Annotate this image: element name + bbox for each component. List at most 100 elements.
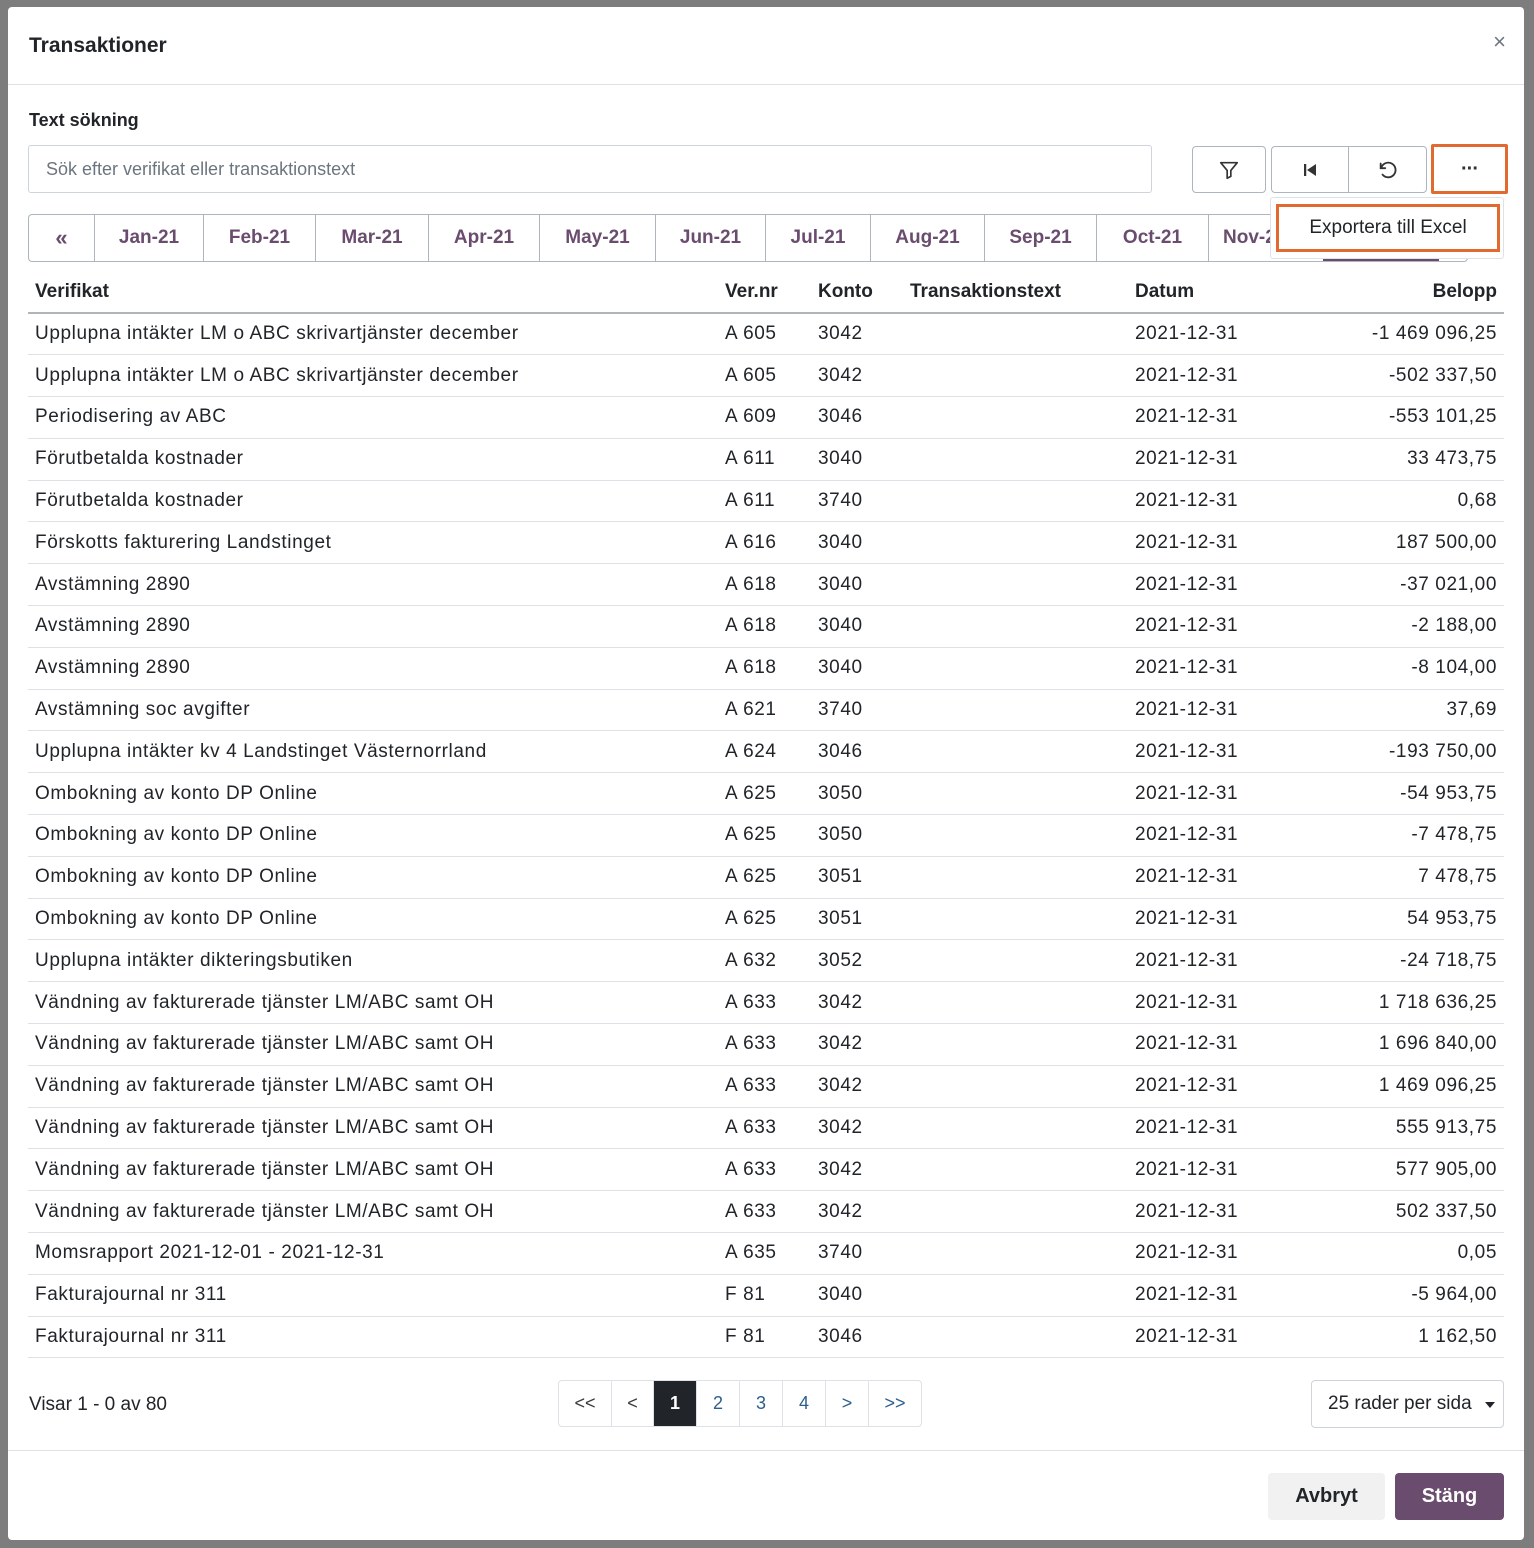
table-row[interactable]: Upplupna intäkter LM o ABC skrivartjänst… — [28, 354, 1504, 398]
cell-vernr: F 81 — [718, 1316, 811, 1359]
cell-verifikat: Vändning av fakturerade tjänster LM/ABC … — [28, 1065, 718, 1108]
table-row[interactable]: Ombokning av konto DP Online A 625 3050 202… — [28, 772, 1504, 816]
tab-month[interactable]: Jun-21 — [656, 215, 766, 261]
page-button[interactable]: 2 — [697, 1381, 740, 1426]
cell-konto: 3040 — [811, 563, 903, 607]
table-row[interactable]: Avstämning 2890 A 618 3040 2021-12-31 -2 188… — [28, 605, 1504, 648]
more-options-button[interactable]: ··· — [1431, 144, 1508, 194]
table-row[interactable]: Fakturajournal nr 311 F 81 3046 2021-12-31 1… — [28, 1316, 1504, 1359]
tab-month[interactable]: Oct-21 — [1097, 215, 1209, 261]
column-header-datum[interactable]: Datum — [1128, 272, 1288, 314]
cell-datum: 2021-12-31 — [1128, 981, 1288, 1025]
page-button[interactable]: 1 — [654, 1381, 697, 1426]
cell-transaktionstext — [903, 1148, 1128, 1192]
cell-vernr: A 635 — [718, 1232, 811, 1275]
table-row[interactable]: Vändning av fakturerade tjänster LM/ABC … — [28, 1065, 1504, 1108]
table-row[interactable]: Momsrapport 2021-12-01 - 2021-12-31 A 635… — [28, 1232, 1504, 1275]
tab-month[interactable]: Apr-21 — [429, 215, 540, 261]
table-row[interactable]: Vändning av fakturerade tjänster LM/ABC … — [28, 981, 1504, 1025]
close-icon[interactable]: × — [1493, 31, 1506, 53]
cell-belopp: -2 188,00 — [1288, 605, 1504, 648]
cell-vernr: A 621 — [718, 689, 811, 732]
cell-belopp: -37 021,00 — [1288, 563, 1504, 607]
cell-vernr: A 633 — [718, 1148, 811, 1192]
cell-belopp: 0,05 — [1288, 1232, 1504, 1275]
prev-page-button[interactable]: < — [612, 1381, 654, 1426]
cell-verifikat: Vändning av fakturerade tjänster LM/ABC … — [28, 1190, 718, 1234]
table-row[interactable]: Förutbetalda kostnader A 611 3740 2021-12-3… — [28, 480, 1504, 523]
table-body: Upplupna intäkter LM o ABC skrivartjänst… — [28, 313, 1504, 1359]
table-row[interactable]: Avstämning 2890 A 618 3040 2021-12-31 -8 104… — [28, 647, 1504, 690]
rows-per-page-select[interactable]: 25 rader per sida — [1311, 1380, 1504, 1428]
table-row[interactable]: Ombokning av konto DP Online A 625 3050 202… — [28, 814, 1504, 857]
table-row[interactable]: Vändning av fakturerade tjänster LM/ABC … — [28, 1148, 1504, 1192]
tab-month[interactable]: Jan-21 — [95, 215, 204, 261]
close-button[interactable]: Stäng — [1395, 1473, 1504, 1520]
table-row[interactable]: Avstämning soc avgifter A 621 3740 2021-12-… — [28, 689, 1504, 732]
cell-verifikat: Avstämning 2890 — [28, 605, 718, 648]
tab-month[interactable]: Mar-21 — [316, 215, 429, 261]
cell-datum: 2021-12-31 — [1128, 939, 1288, 983]
table-row[interactable]: Ombokning av konto DP Online A 625 3051 202… — [28, 898, 1504, 941]
tab-month[interactable]: Aug-21 — [871, 215, 985, 261]
table-row[interactable]: Vändning av fakturerade tjänster LM/ABC … — [28, 1107, 1504, 1150]
pagination: << < 1 2 3 4 > >> — [558, 1380, 922, 1427]
column-header-vernr[interactable]: Ver.nr — [718, 272, 811, 314]
cell-verifikat: Fakturajournal nr 311 — [28, 1274, 718, 1317]
tab-month[interactable]: Jul-21 — [766, 215, 871, 261]
filter-button[interactable] — [1192, 146, 1266, 193]
page-button[interactable]: 3 — [740, 1381, 783, 1426]
cell-belopp: 502 337,50 — [1288, 1190, 1504, 1234]
cell-konto: 3040 — [811, 438, 903, 481]
cell-belopp: 37,69 — [1288, 689, 1504, 732]
cell-belopp: 33 473,75 — [1288, 438, 1504, 481]
table-row[interactable]: Upplupna intäkter LM o ABC skrivartjänst… — [28, 313, 1504, 356]
cell-transaktionstext — [903, 354, 1128, 398]
month-prev-button[interactable]: « — [29, 215, 95, 261]
cell-konto: 3040 — [811, 605, 903, 648]
ellipsis-icon: ··· — [1461, 157, 1479, 180]
next-page-button[interactable]: > — [826, 1381, 869, 1426]
page-button[interactable]: 4 — [783, 1381, 826, 1426]
tab-month[interactable]: May-21 — [540, 215, 656, 261]
table-row[interactable]: Förskotts fakturering Landstinget A 616 30… — [28, 521, 1504, 565]
table-row[interactable]: Fakturajournal nr 311 F 81 3040 2021-12-31-… — [28, 1274, 1504, 1317]
tab-month[interactable]: Feb-21 — [204, 215, 316, 261]
cell-vernr: A 618 — [718, 563, 811, 607]
cell-vernr: A 625 — [718, 772, 811, 816]
cell-datum: 2021-12-31 — [1128, 814, 1288, 857]
more-options-menu: Exportera till Excel — [1270, 197, 1504, 259]
cancel-button[interactable]: Avbryt — [1268, 1473, 1385, 1520]
cell-konto: 3740 — [811, 480, 903, 523]
column-header-belopp[interactable]: Belopp — [1288, 272, 1504, 314]
tab-month[interactable]: Sep-21 — [985, 215, 1097, 261]
modal-header: Transaktioner × — [8, 7, 1524, 85]
column-header-verifikat[interactable]: Verifikat — [28, 272, 718, 314]
transactions-table: Verifikat Ver.nr Konto Transaktionstext … — [28, 272, 1504, 1359]
table-row[interactable]: Ombokning av konto DP Online A 625 3051 202… — [28, 856, 1504, 899]
export-excel-menu-item[interactable]: Exportera till Excel — [1276, 204, 1500, 252]
column-header-konto[interactable]: Konto — [811, 272, 903, 314]
table-row[interactable]: Vändning av fakturerade tjänster LM/ABC … — [28, 1190, 1504, 1234]
cell-belopp: 54 953,75 — [1288, 898, 1504, 941]
table-row[interactable]: Periodisering av ABC A 609 3046 2021-12-31-… — [28, 396, 1504, 439]
table-row[interactable]: Vändning av fakturerade tjänster LM/ABC … — [28, 1023, 1504, 1066]
cell-belopp: -24 718,75 — [1288, 939, 1504, 983]
table-row[interactable]: Upplupna intäkter dikteringsbutiken A 632… — [28, 939, 1504, 983]
cell-transaktionstext — [903, 898, 1128, 941]
search-input[interactable] — [28, 145, 1152, 193]
cell-datum: 2021-12-31 — [1128, 647, 1288, 690]
cell-belopp: 187 500,00 — [1288, 521, 1504, 565]
last-page-button[interactable]: >> — [869, 1381, 921, 1426]
table-row[interactable]: Förutbetalda kostnader A 611 3040 2021-12-3… — [28, 438, 1504, 481]
first-page-button[interactable]: << — [559, 1381, 612, 1426]
reset-button[interactable] — [1348, 146, 1427, 193]
cell-transaktionstext — [903, 856, 1128, 899]
column-header-transaktionstext[interactable]: Transaktionstext — [903, 272, 1128, 314]
first-period-button[interactable] — [1271, 146, 1349, 193]
cell-datum: 2021-12-31 — [1128, 1190, 1288, 1234]
cell-datum: 2021-12-31 — [1128, 396, 1288, 439]
table-row[interactable]: Avstämning 2890 A 618 3040 2021-12-31 -37 02… — [28, 563, 1504, 607]
table-row[interactable]: Upplupna intäkter kv 4 Landstinget Väste… — [28, 730, 1504, 774]
cell-transaktionstext — [903, 313, 1128, 356]
